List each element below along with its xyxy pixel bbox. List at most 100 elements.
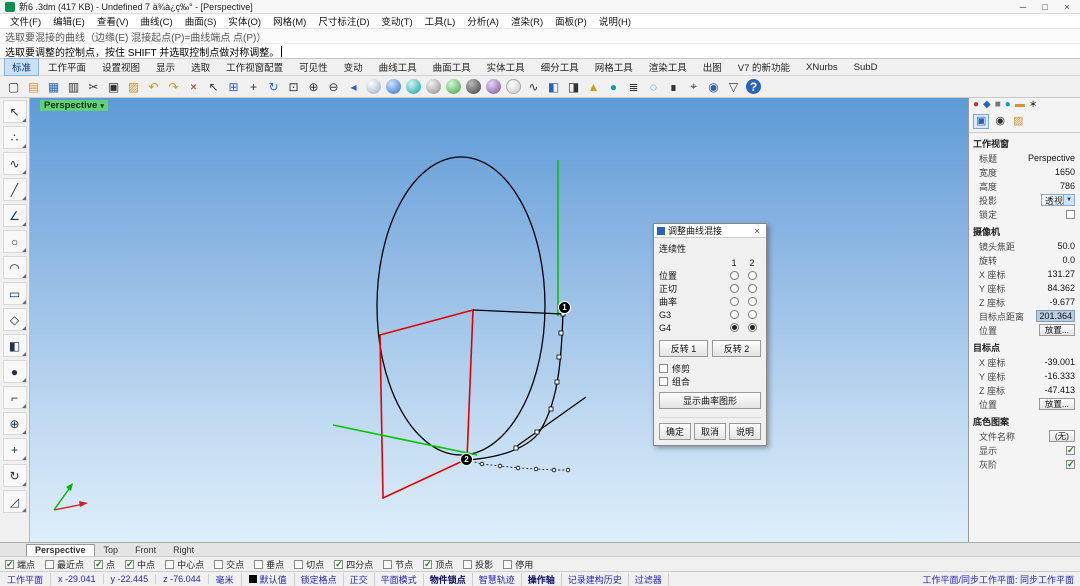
status-toggle[interactable]: 智慧轨迹 xyxy=(473,573,522,586)
move-tool-icon[interactable]: + xyxy=(3,438,27,461)
menu-item[interactable]: 说明(H) xyxy=(593,14,637,28)
select-icon[interactable]: ↖ xyxy=(204,77,223,96)
target-place-button[interactable]: 放置... xyxy=(1039,398,1075,410)
flip-1-button[interactable]: 反转 1 xyxy=(659,340,708,357)
target-z-value[interactable]: -47.413 xyxy=(1044,385,1075,395)
zoom-extents-icon[interactable]: ⊞ xyxy=(224,77,243,96)
help-icon[interactable]: ? xyxy=(744,77,763,96)
green-ground-line[interactable] xyxy=(333,425,477,455)
continuity-radio-1[interactable] xyxy=(730,297,739,306)
hide-object-icon[interactable]: ◌ xyxy=(644,77,663,96)
control-point[interactable] xyxy=(557,355,561,359)
camera-props-icon[interactable]: ◉ xyxy=(993,115,1007,128)
paste-icon[interactable]: ▨ xyxy=(124,77,143,96)
show-checkbox[interactable] xyxy=(1066,446,1075,455)
point-tool-icon[interactable]: ∴ xyxy=(3,126,27,149)
zoom-in-icon[interactable]: ⊕ xyxy=(304,77,323,96)
status-toggle[interactable]: 记录建构历史 xyxy=(562,573,629,586)
menu-item[interactable]: 渲染(R) xyxy=(505,14,549,28)
osnap-toggle[interactable]: 中心点 xyxy=(165,558,204,571)
continuity-radio-2[interactable] xyxy=(748,284,757,293)
status-toggle[interactable]: 操作轴 xyxy=(522,573,562,586)
viewport-canvas[interactable] xyxy=(30,98,968,542)
trim-option[interactable]: 修剪 xyxy=(659,362,761,375)
toolbar-tab[interactable]: 出图 xyxy=(696,59,729,75)
flip-2-button[interactable]: 反转 2 xyxy=(712,340,761,357)
toolbar-tab[interactable]: XNurbs xyxy=(799,61,845,74)
perspective-viewport[interactable]: Perspective ▾ 1 2 调整曲线混接 × 连续性 1 2 xyxy=(30,98,968,542)
toolbar-tab[interactable]: 可见性 xyxy=(292,59,335,75)
light-icon[interactable]: ▲ xyxy=(584,77,603,96)
control-point[interactable] xyxy=(480,462,484,466)
surface-tool-icon[interactable]: ◧ xyxy=(3,334,27,357)
menu-item[interactable]: 查看(V) xyxy=(91,14,135,28)
polyline-tool-icon[interactable]: ∠ xyxy=(3,204,27,227)
osnap-toggle[interactable]: 点 xyxy=(94,558,115,571)
toolbar-tab[interactable]: 变动 xyxy=(337,59,370,75)
control-point[interactable] xyxy=(514,446,518,450)
viewport-title[interactable]: Perspective ▾ xyxy=(40,100,108,111)
rectangle-tool-icon[interactable]: ▭ xyxy=(3,282,27,305)
toolbar-tab[interactable]: 标准 xyxy=(4,58,39,76)
polygon-tool-icon[interactable]: ◇ xyxy=(3,308,27,331)
xray-view-icon[interactable] xyxy=(444,77,463,96)
rotate-tool-icon[interactable]: ↻ xyxy=(3,464,27,487)
display-panel-icon[interactable]: ■ xyxy=(995,100,1001,110)
osnap-toggle[interactable]: 四分点 xyxy=(334,558,373,571)
shaded-view-icon[interactable] xyxy=(384,77,403,96)
settings-panel-icon[interactable]: ∗ xyxy=(1029,100,1037,110)
delete-icon[interactable]: × xyxy=(184,77,203,96)
command-input[interactable]: 选取要调整的控制点，按住 SHIFT 并选取控制点做对称调整。 xyxy=(0,44,1080,59)
pan-icon[interactable]: + xyxy=(244,77,263,96)
lock-object-icon[interactable]: ∎ xyxy=(664,77,683,96)
viewport-tab[interactable]: Front xyxy=(127,545,164,556)
close-button[interactable]: × xyxy=(1056,2,1078,12)
technical-view-icon[interactable] xyxy=(464,77,483,96)
target-distance-value[interactable]: 201.364 xyxy=(1036,310,1075,322)
control-point[interactable] xyxy=(535,430,539,434)
osnap-toggle[interactable]: 垂点 xyxy=(254,558,284,571)
menu-item[interactable]: 编辑(E) xyxy=(47,14,91,28)
save-icon[interactable]: ▦ xyxy=(44,77,63,96)
rotate-view-icon[interactable]: ↻ xyxy=(264,77,283,96)
control-point[interactable] xyxy=(566,468,570,472)
blend-endpoint-marker-2[interactable]: 2 xyxy=(460,453,473,466)
osnap-toggle[interactable]: 交点 xyxy=(214,558,244,571)
continuity-radio-2[interactable] xyxy=(748,297,757,306)
continuity-radio-1[interactable] xyxy=(730,310,739,319)
continuity-radio-1[interactable] xyxy=(730,323,739,332)
copy-icon[interactable]: ▣ xyxy=(104,77,123,96)
toolbar-tab[interactable]: 网格工具 xyxy=(588,59,640,75)
osnap-toggle[interactable]: 切点 xyxy=(294,558,324,571)
viewport-title-value[interactable]: Perspective xyxy=(1028,153,1075,163)
red-rectangle[interactable] xyxy=(380,310,473,498)
artistic-view-icon[interactable] xyxy=(484,77,503,96)
print-icon[interactable]: ▥ xyxy=(64,77,83,96)
camera-place-button[interactable]: 放置... xyxy=(1039,324,1075,336)
continuity-radio-1[interactable] xyxy=(730,271,739,280)
toolbar-tab[interactable]: 选取 xyxy=(184,59,217,75)
osnap-toggle[interactable]: 中点 xyxy=(125,558,155,571)
show-curvature-button[interactable]: 显示曲率图形 xyxy=(659,392,761,409)
control-point[interactable] xyxy=(552,468,556,472)
control-point[interactable] xyxy=(559,331,563,335)
viewport-props-icon[interactable]: ▣ xyxy=(973,114,989,129)
control-point[interactable] xyxy=(555,380,559,384)
lock-checkbox[interactable] xyxy=(1066,210,1075,219)
status-toggle[interactable]: 平面模式 xyxy=(375,573,424,586)
join-checkbox[interactable] xyxy=(659,377,668,386)
osnap-toggle[interactable]: 端点 xyxy=(5,558,35,571)
viewport-tab[interactable]: Top xyxy=(96,545,127,556)
select-tool-icon[interactable]: ↖ xyxy=(3,100,27,123)
wireframe-view-icon[interactable] xyxy=(364,77,383,96)
grayscale-checkbox[interactable] xyxy=(1066,460,1075,469)
viewport-height-value[interactable]: 786 xyxy=(1060,181,1075,191)
status-toggle[interactable]: 物件锁点 xyxy=(424,573,473,586)
camera-y-value[interactable]: 84.362 xyxy=(1047,283,1075,293)
toolbar-tab[interactable]: 设置视图 xyxy=(95,59,147,75)
filename-button[interactable]: (无) xyxy=(1049,430,1075,442)
previous-view-icon[interactable]: ◂ xyxy=(344,77,363,96)
osnap-toggle[interactable]: 投影 xyxy=(463,558,493,571)
target-x-value[interactable]: -39.001 xyxy=(1044,357,1075,367)
curve-tools-icon[interactable]: ∿ xyxy=(524,77,543,96)
